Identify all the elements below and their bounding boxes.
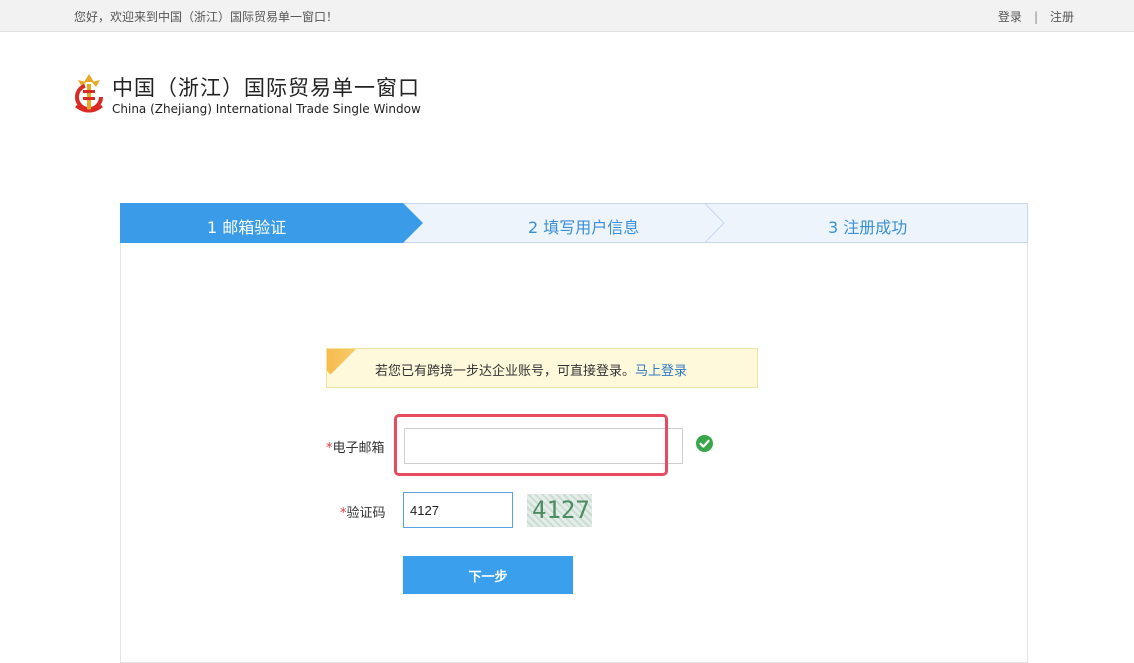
- notice-message: 若您已有跨境一步达企业账号，可直接登录。马上登录: [375, 360, 687, 379]
- email-label-text: 电子邮箱: [332, 441, 385, 456]
- login-notice: 若您已有跨境一步达企业账号，可直接登录。马上登录: [326, 348, 758, 388]
- email-label: *电子邮箱: [326, 437, 385, 456]
- emblem-icon: [75, 74, 103, 113]
- welcome-text: 您好，欢迎来到中国（浙江）国际贸易单一窗口！: [74, 10, 339, 24]
- notice-corner-decoration: [327, 349, 365, 375]
- step-progress: 1 邮箱验证 2 填写用户信息 3 注册成功: [120, 203, 1028, 243]
- code-label: *验证码: [340, 502, 386, 521]
- step-fill-info: 2 填写用户信息: [528, 218, 640, 237]
- site-logo[interactable]: 中国（浙江）国际贸易单一窗口 China (Zhejiang) Internat…: [72, 72, 432, 116]
- step-email-verify: 1 邮箱验证: [207, 218, 287, 237]
- logo-title-cn: 中国（浙江）国际贸易单一窗口: [112, 76, 420, 100]
- code-label-text: 验证码: [346, 506, 386, 521]
- separator: |: [1033, 10, 1038, 24]
- check-circle-icon: [696, 435, 713, 452]
- top-links: 登录 | 注册: [998, 8, 1074, 25]
- login-now-link[interactable]: 马上登录: [635, 364, 687, 379]
- captcha-text: 4127: [532, 496, 590, 524]
- notice-text: 若您已有跨境一步达企业账号，可直接登录。: [375, 364, 636, 379]
- top-bar: 您好，欢迎来到中国（浙江）国际贸易单一窗口！ 登录 | 注册: [0, 0, 1134, 32]
- login-link[interactable]: 登录: [998, 10, 1022, 24]
- email-input[interactable]: [404, 428, 683, 464]
- register-link[interactable]: 注册: [1050, 10, 1074, 24]
- captcha-input[interactable]: [403, 492, 513, 528]
- step-success: 3 注册成功: [828, 218, 908, 237]
- logo-title-en: China (Zhejiang) International Trade Sin…: [112, 102, 421, 116]
- captcha-image[interactable]: 4127: [527, 494, 592, 527]
- next-step-button[interactable]: 下一步: [403, 556, 573, 594]
